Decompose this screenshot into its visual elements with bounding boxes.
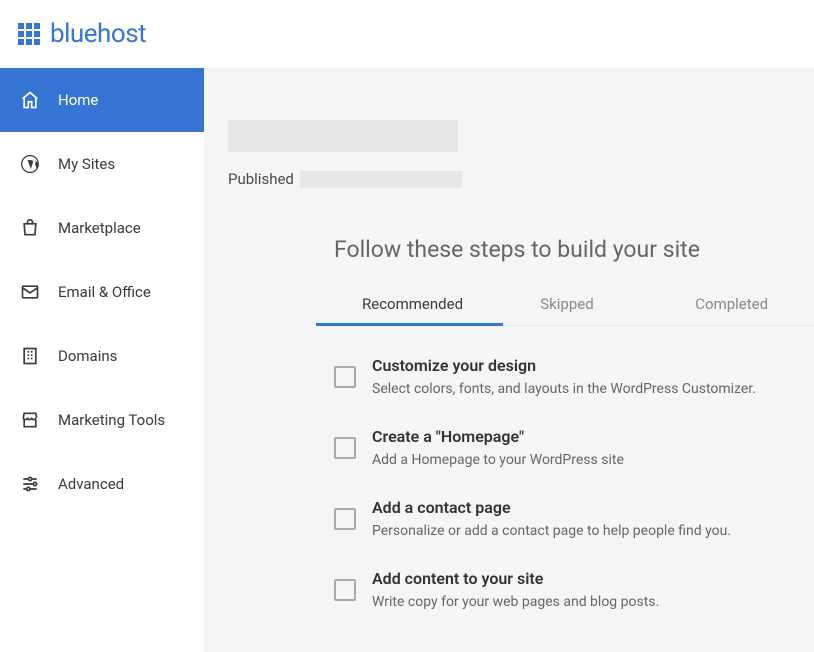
task-title: Create a "Homepage" bbox=[372, 427, 814, 446]
task-checkbox[interactable] bbox=[334, 508, 356, 530]
tab-skipped[interactable]: Skipped bbox=[485, 283, 650, 325]
task-item: Add content to your site Write copy for … bbox=[334, 569, 814, 610]
header: bluehost bbox=[0, 0, 814, 68]
sidebar-item-label: Home bbox=[58, 91, 98, 109]
task-description: Select colors, fonts, and layouts in the… bbox=[372, 381, 814, 397]
task-item: Add a contact page Personalize or add a … bbox=[334, 498, 814, 539]
task-description: Write copy for your web pages and blog p… bbox=[372, 594, 814, 610]
task-item: Customize your design Select colors, fon… bbox=[334, 356, 814, 397]
sidebar-item-my-sites[interactable]: My Sites bbox=[0, 132, 204, 196]
mail-icon bbox=[20, 282, 40, 302]
task-title: Add content to your site bbox=[372, 569, 814, 588]
sidebar-item-label: Email & Office bbox=[58, 283, 151, 301]
sidebar-item-marketing-tools[interactable]: Marketing Tools bbox=[0, 388, 204, 452]
sidebar-item-advanced[interactable]: Advanced bbox=[0, 452, 204, 516]
site-info-block: Published bbox=[204, 120, 814, 188]
brand-name: bluehost bbox=[50, 19, 146, 49]
sidebar-item-label: Advanced bbox=[58, 475, 124, 493]
storefront-icon bbox=[20, 410, 40, 430]
shopping-bag-icon bbox=[20, 218, 40, 238]
task-list: Customize your design Select colors, fon… bbox=[334, 326, 814, 610]
tab-label: Skipped bbox=[540, 295, 593, 313]
sliders-icon bbox=[20, 474, 40, 494]
building-icon bbox=[20, 346, 40, 366]
sidebar-item-marketplace[interactable]: Marketplace bbox=[0, 196, 204, 260]
published-row: Published bbox=[228, 170, 814, 188]
task-item: Create a "Homepage" Add a Homepage to yo… bbox=[334, 427, 814, 468]
task-checkbox[interactable] bbox=[334, 366, 356, 388]
task-checkbox[interactable] bbox=[334, 437, 356, 459]
sidebar-item-label: Marketplace bbox=[58, 219, 141, 237]
sidebar-item-domains[interactable]: Domains bbox=[0, 324, 204, 388]
sidebar-item-label: Marketing Tools bbox=[58, 411, 165, 429]
tab-completed[interactable]: Completed bbox=[649, 283, 814, 325]
task-description: Add a Homepage to your WordPress site bbox=[372, 452, 814, 468]
sidebar-item-label: My Sites bbox=[58, 155, 115, 173]
main-content: Published Follow these steps to build yo… bbox=[204, 68, 814, 652]
published-date-placeholder bbox=[300, 171, 462, 188]
site-title-placeholder bbox=[228, 120, 458, 152]
task-title: Add a contact page bbox=[372, 498, 814, 517]
task-description: Personalize or add a contact page to hel… bbox=[372, 523, 814, 539]
steps-heading: Follow these steps to build your site bbox=[334, 236, 814, 263]
sidebar-item-email-office[interactable]: Email & Office bbox=[0, 260, 204, 324]
tab-label: Completed bbox=[695, 295, 768, 313]
tab-recommended[interactable]: Recommended bbox=[334, 283, 485, 325]
sidebar: Home My Sites Marketplace Email & Office bbox=[0, 68, 204, 652]
sidebar-item-home[interactable]: Home bbox=[0, 68, 204, 132]
home-icon bbox=[20, 90, 40, 110]
tab-label: Recommended bbox=[362, 295, 463, 313]
published-label: Published bbox=[228, 170, 294, 188]
sidebar-item-label: Domains bbox=[58, 347, 117, 365]
task-checkbox[interactable] bbox=[334, 579, 356, 601]
wordpress-icon bbox=[20, 154, 40, 174]
logo-grid-icon bbox=[18, 23, 40, 45]
tabs: Recommended Skipped Completed bbox=[334, 283, 814, 326]
steps-section: Follow these steps to build your site Re… bbox=[204, 236, 814, 610]
task-title: Customize your design bbox=[372, 356, 814, 375]
